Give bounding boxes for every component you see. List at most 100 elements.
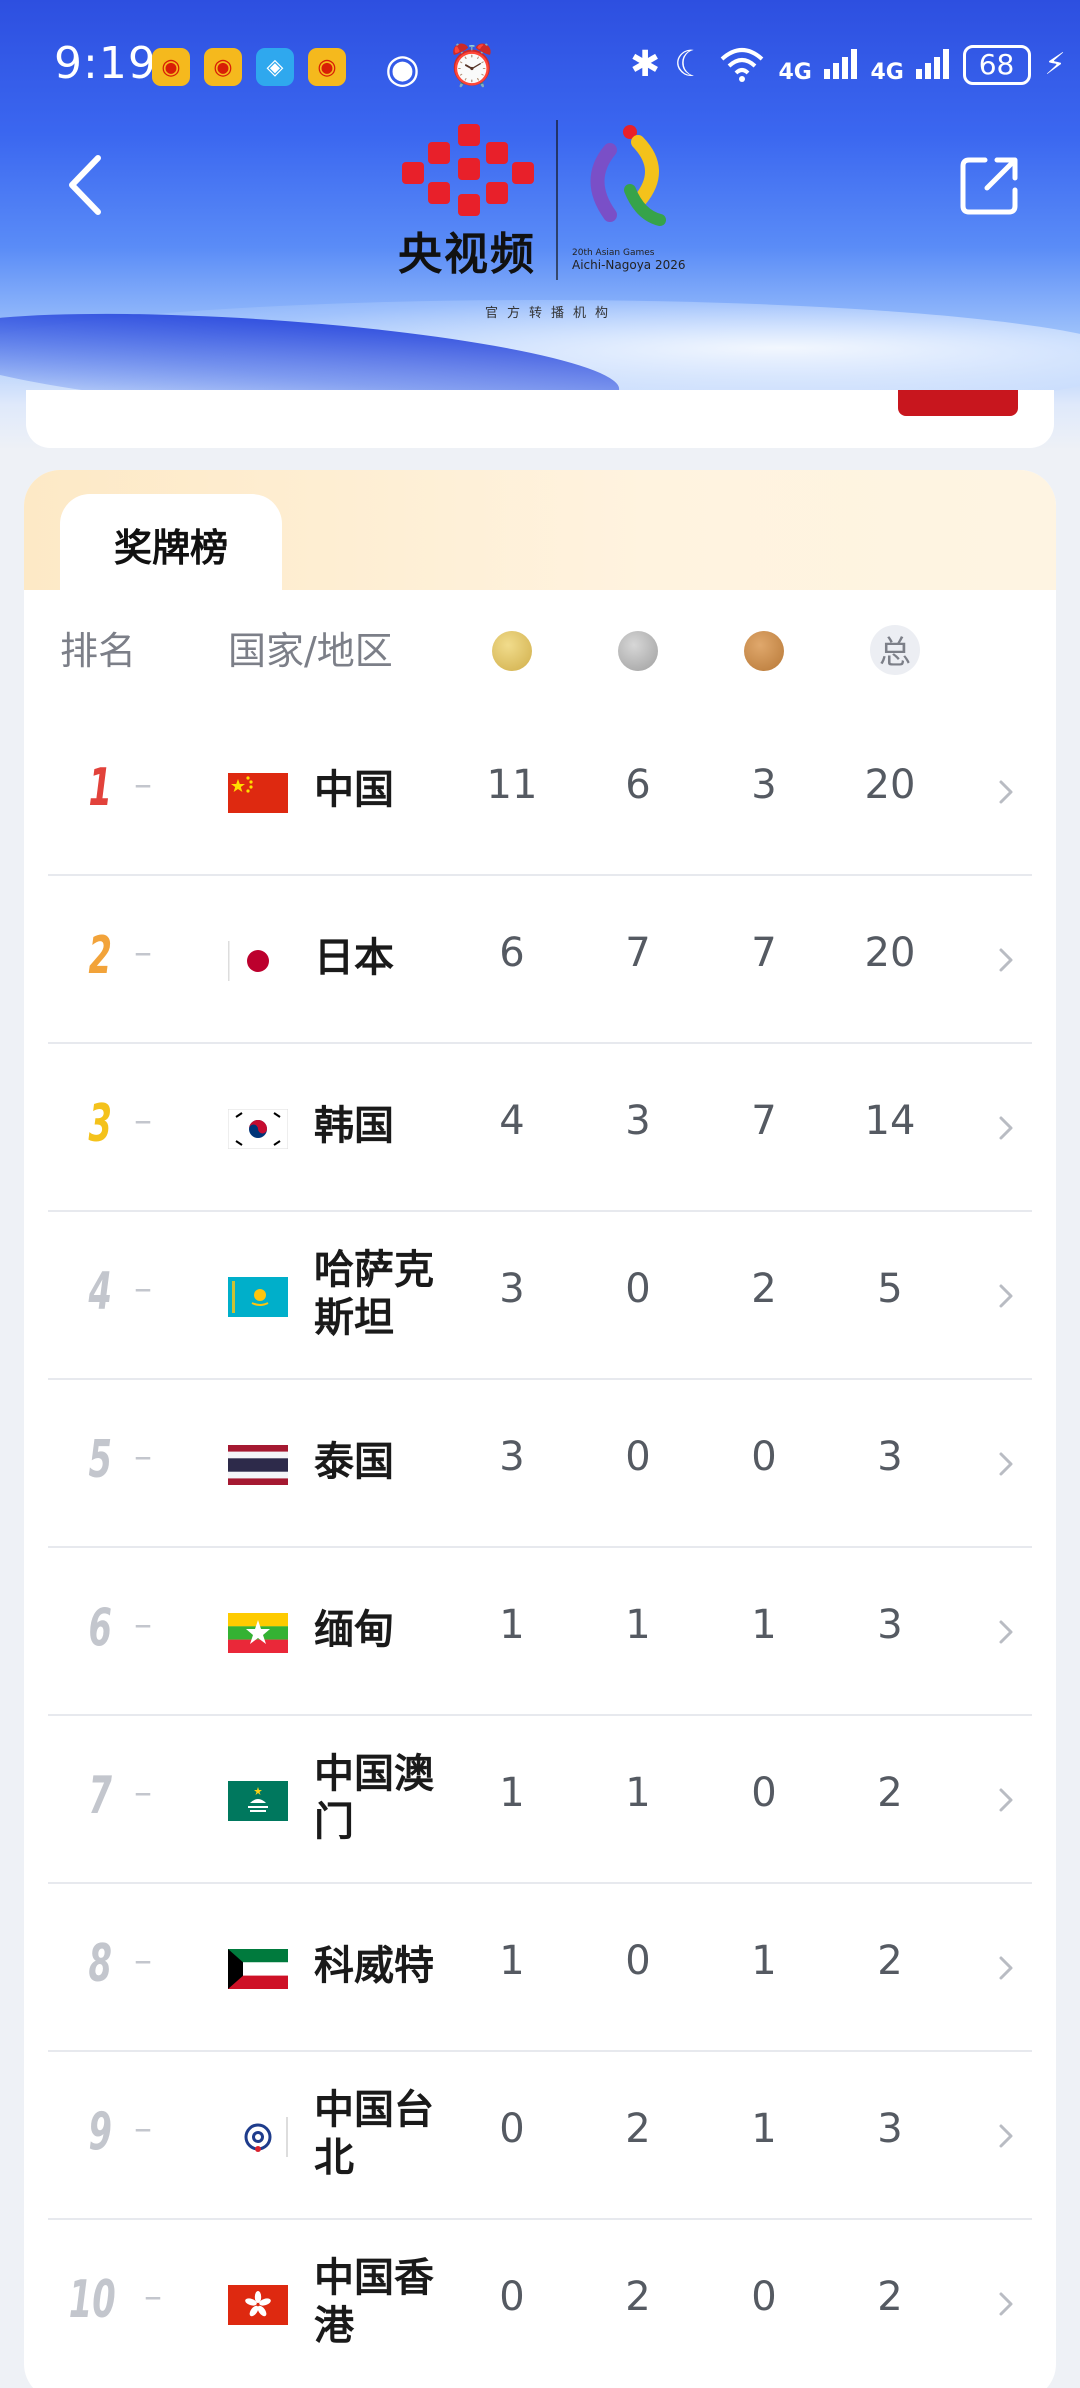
country-name: 韩国 (314, 1103, 394, 1149)
medal-row-2[interactable]: 2– 日本 6 7 7 20 (0, 876, 1080, 1044)
rank-number: 5 (88, 1430, 112, 1490)
medal-row-1[interactable]: 1– 中国 11 6 3 20 (0, 708, 1080, 876)
gold-medal-icon (492, 631, 532, 671)
total-count: 3 (877, 1434, 903, 1480)
silver-count: 7 (625, 930, 651, 976)
hong-kong-flag (228, 2285, 288, 2325)
weibo-icon: ◉ (308, 48, 346, 86)
medal-row-8[interactable]: 8– 科威特 1 0 1 2 (0, 1884, 1080, 2052)
chevron-right-icon (999, 1116, 1013, 1140)
chevron-right-icon (999, 1620, 1013, 1644)
signal-bars-icon (823, 45, 857, 79)
medal-row-10[interactable]: 10– 中国香港 0 2 0 2 (0, 2220, 1080, 2388)
gold-count: 0 (499, 2106, 525, 2152)
country-name: 哈萨克斯坦 (314, 1247, 434, 1341)
gold-count: 6 (499, 930, 525, 976)
network-type: 4G (778, 60, 812, 85)
silver-count: 0 (625, 1434, 651, 1480)
rank-change-dash: – (144, 2276, 162, 2317)
rank-change-dash: – (134, 932, 152, 973)
weibo-icon: ◉ (152, 48, 190, 86)
medal-row-3[interactable]: 3– 韩国 4 3 7 14 (0, 1044, 1080, 1212)
rank-change-dash: – (134, 2108, 152, 2149)
silver-count: 3 (625, 1098, 651, 1144)
country-column-header: 国家/地区 (228, 629, 393, 673)
country-name: 日本 (314, 935, 394, 981)
total-count: 5 (877, 1266, 903, 1312)
chinese-taipei-flag (228, 2117, 288, 2157)
back-arrow-icon[interactable] (60, 150, 110, 220)
chevron-right-icon (999, 1284, 1013, 1308)
app-notification-icon: ◈ (256, 48, 294, 86)
macau-flag (228, 1781, 288, 1821)
rank-change-dash: – (134, 1268, 152, 1309)
thailand-flag (228, 1445, 288, 1485)
chevron-right-icon (999, 1452, 1013, 1476)
cellular-signal-2: 4G (871, 45, 949, 84)
rank-number: 8 (88, 1934, 112, 1994)
rank-number: 6 (88, 1598, 112, 1658)
partial-button[interactable] (898, 390, 1018, 416)
bronze-count: 1 (751, 1938, 777, 1984)
rank-change-dash: – (134, 1100, 152, 1141)
medal-row-4[interactable]: 4– 哈萨克斯坦 3 0 2 5 (0, 1212, 1080, 1380)
gold-count: 3 (499, 1266, 525, 1312)
status-right: ✱ ☾ 4G 4G 68 ⚡ (630, 44, 1066, 85)
eye-icon: ◉ (385, 46, 420, 92)
total-count: 14 (864, 1098, 916, 1144)
rank-change-dash: – (134, 1772, 152, 1813)
country-name: 中国 (314, 767, 394, 813)
rank-change-dash: – (134, 1436, 152, 1477)
country-name: 泰国 (314, 1439, 394, 1485)
medal-row-9[interactable]: 9– 中国台北 0 2 1 3 (0, 2052, 1080, 2220)
bronze-count: 7 (751, 1098, 777, 1144)
medal-row-5[interactable]: 5– 泰国 3 0 0 3 (0, 1380, 1080, 1548)
partial-card (26, 390, 1054, 448)
gold-count: 11 (486, 762, 538, 808)
silver-count: 1 (625, 1770, 651, 1816)
charging-icon: ⚡ (1044, 47, 1066, 82)
gold-count: 4 (499, 1098, 525, 1144)
bronze-count: 0 (751, 1434, 777, 1480)
bluetooth-icon: ✱ (630, 44, 661, 85)
chevron-right-icon (999, 780, 1013, 804)
chevron-right-icon (999, 1788, 1013, 1812)
wifi-icon (721, 47, 764, 82)
gold-count: 3 (499, 1434, 525, 1480)
tab-medal-table[interactable]: 奖牌榜 (60, 494, 282, 594)
medal-row-6[interactable]: 6– 缅甸 1 1 1 3 (0, 1548, 1080, 1716)
country-name: 缅甸 (314, 1607, 394, 1653)
china-flag (228, 773, 288, 813)
bronze-count: 0 (751, 1770, 777, 1816)
rank-change-dash: – (134, 1604, 152, 1645)
chevron-right-icon (999, 1956, 1013, 1980)
total-count: 20 (864, 762, 916, 808)
rank-change-dash: – (134, 764, 152, 805)
bronze-count: 3 (751, 762, 777, 808)
kazakhstan-flag (228, 1277, 288, 1317)
cctv-logo (402, 124, 534, 216)
bronze-count: 0 (751, 2274, 777, 2320)
moon-icon: ☾ (674, 44, 707, 85)
total-count: 3 (877, 1602, 903, 1648)
broadcaster-label: 官方转播机构 (485, 306, 618, 321)
total-count: 20 (864, 930, 916, 976)
silver-count: 1 (625, 1602, 651, 1648)
total-count: 2 (877, 1938, 903, 1984)
country-name: 中国澳门 (314, 1751, 434, 1845)
notification-icons: ◉ ◉ ◈ ◉ (152, 48, 346, 86)
rank-number: 3 (88, 1094, 112, 1154)
korea-flag (227, 1108, 289, 1150)
chevron-right-icon (999, 2124, 1013, 2148)
bronze-count: 1 (751, 1602, 777, 1648)
gold-count: 1 (499, 1770, 525, 1816)
rank-number: 10 (68, 2270, 116, 2330)
bronze-medal-icon (744, 631, 784, 671)
bronze-count: 7 (751, 930, 777, 976)
signal-bars-icon (915, 45, 949, 79)
share-icon[interactable] (955, 150, 1025, 220)
japan-flag (228, 941, 288, 981)
medal-row-7[interactable]: 7– 中国澳门 1 1 0 2 (0, 1716, 1080, 1884)
country-name: 中国香港 (314, 2255, 434, 2349)
gold-count: 1 (499, 1938, 525, 1984)
